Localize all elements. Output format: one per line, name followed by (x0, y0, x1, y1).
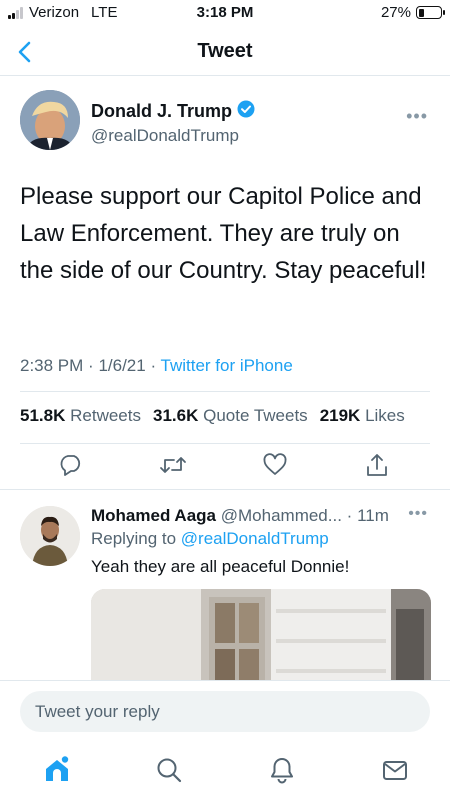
retweets-label: Retweets (70, 406, 141, 425)
avatar[interactable] (20, 90, 80, 150)
reply-tweet[interactable]: Mohamed Aaga @Mohammed... · 11m ••• Repl… (0, 490, 450, 680)
tweet-source-link[interactable]: Twitter for iPhone (161, 356, 293, 375)
notifications-icon[interactable] (268, 756, 296, 784)
reply-input[interactable] (20, 691, 430, 732)
likes-label: Likes (365, 406, 405, 425)
replying-label: Replying to (91, 529, 177, 548)
like-icon[interactable] (262, 452, 288, 478)
battery-icon (416, 6, 445, 19)
tweet-date: 1/6/21 (98, 356, 146, 375)
search-icon[interactable] (155, 756, 183, 784)
reply-text: Yeah they are all peaceful Donnie! (91, 557, 350, 576)
quotes-label: Quote Tweets (203, 406, 308, 425)
divider (20, 391, 430, 392)
home-icon[interactable] (43, 756, 71, 784)
author-handle: @realDonaldTrump (91, 126, 239, 145)
tweet-meta: 2:38 PM · 1/6/21 · Twitter for iPhone (20, 356, 293, 376)
tab-bar (0, 744, 450, 800)
page-title: Tweet (197, 40, 253, 62)
more-options-icon[interactable]: ••• (406, 106, 428, 127)
status-bar: Verizon LTE 3:18 PM 27% (0, 0, 450, 28)
author-name: Donald J. Trump (91, 101, 233, 121)
likes-stat[interactable]: 219K Likes (320, 406, 405, 426)
meta-separator: · (150, 356, 161, 375)
likes-count: 219K (319, 406, 361, 425)
nav-bar: Tweet (0, 28, 450, 76)
quotes-count: 31.6K (152, 406, 199, 425)
reply-author-handle: @Mohammed... (220, 506, 342, 525)
replying-to: Replying to @realDonaldTrump (91, 529, 329, 549)
battery-percent: 27% (380, 4, 411, 21)
divider (20, 443, 430, 444)
meta-separator: · (88, 356, 99, 375)
replying-to-link[interactable]: @realDonaldTrump (181, 529, 329, 548)
retweets-count: 51.8K (20, 406, 66, 425)
status-right: 27% (380, 4, 445, 21)
meta-separator: · (346, 506, 353, 525)
reply-icon[interactable] (58, 452, 84, 478)
reply-composer (0, 680, 450, 744)
reply-author-name[interactable]: Mohamed Aaga (91, 506, 216, 525)
quotes-stat[interactable]: 31.6K Quote Tweets (153, 406, 308, 426)
reply-header: Mohamed Aaga @Mohammed... · 11m (91, 506, 431, 526)
avatar[interactable] (20, 506, 80, 566)
verified-badge-icon (237, 100, 255, 123)
tweet-text: Please support our Capitol Police and La… (20, 183, 427, 284)
author-block[interactable]: Donald J. Trump @realDonaldTrump (91, 100, 255, 146)
reply-media-image[interactable] (91, 589, 431, 680)
retweets-stat[interactable]: 51.8K Retweets (20, 406, 141, 426)
reply-age: 11m (357, 506, 389, 525)
author-name-row: Donald J. Trump (91, 100, 255, 123)
messages-icon[interactable] (381, 756, 409, 784)
share-icon[interactable] (364, 452, 390, 478)
tweet-actions (0, 452, 450, 482)
tweet-time: 2:38 PM (20, 356, 84, 375)
more-options-icon[interactable]: ••• (408, 505, 428, 523)
retweet-icon[interactable] (159, 452, 186, 478)
tweet-stats: 51.8K Retweets 31.6K Quote Tweets 219K L… (20, 406, 405, 426)
